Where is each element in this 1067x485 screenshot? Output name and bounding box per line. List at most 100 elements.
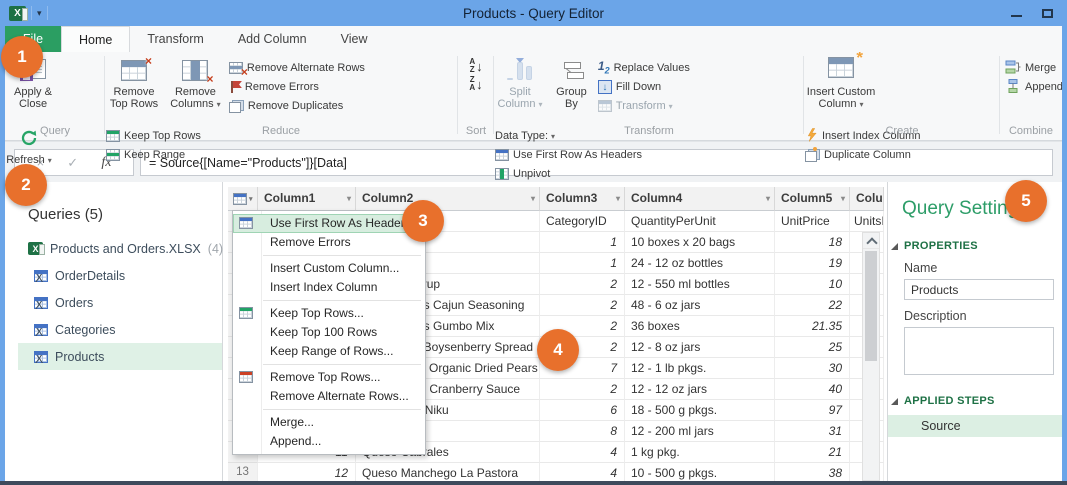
menu-item[interactable]: Keep Range of Rows... (233, 342, 425, 361)
cell-column5[interactable]: 22 (775, 295, 850, 316)
filter-icon[interactable]: ▾ (766, 194, 770, 203)
cell-column4[interactable]: 12 - 8 oz jars (625, 337, 775, 358)
grid-vertical-scrollbar[interactable] (862, 232, 880, 481)
row-number[interactable]: 13 (228, 463, 258, 481)
menu-item[interactable]: Remove Errors (233, 233, 425, 252)
cell-column4[interactable]: 12 - 550 ml bottles (625, 274, 775, 295)
remove-columns-button[interactable]: × Remove Columns (166, 52, 224, 120)
menu-item[interactable] (263, 409, 421, 410)
cell-column3[interactable]: 6 (540, 400, 625, 421)
transform-button[interactable]: Transform (597, 98, 696, 114)
menu-item[interactable]: Append... (233, 432, 425, 451)
menu-item[interactable]: Remove Top Rows... (233, 368, 425, 387)
cell-column5[interactable]: 10 (775, 274, 850, 295)
column-header-column4[interactable]: Column4 ▾ (625, 187, 775, 211)
query-list-item[interactable]: X OrderDetails (5, 262, 222, 289)
remove-errors-button[interactable]: Remove Errors (229, 79, 367, 95)
menu-item[interactable]: Insert Index Column (233, 278, 425, 297)
group-by-button[interactable]: Group By (549, 52, 593, 120)
filter-icon[interactable]: ▾ (616, 194, 620, 203)
duplicate-column-button[interactable]: Duplicate Column (805, 146, 923, 163)
cell-column5[interactable]: 31 (775, 421, 850, 442)
tab-add-column[interactable]: Add Column (221, 26, 324, 52)
filter-icon[interactable]: ▾ (531, 194, 535, 203)
remove-top-rows-button[interactable]: × Remove Top Rows (106, 52, 162, 120)
cell-column5[interactable]: 40 (775, 379, 850, 400)
cell-column5[interactable]: 25 (775, 337, 850, 358)
cell-column5[interactable]: 18 (775, 232, 850, 253)
cell-column2[interactable]: Queso Manchego La Pastora (356, 463, 540, 481)
insert-custom-column-button[interactable]: * Insert Custom Column (805, 48, 877, 120)
cell-column3[interactable]: 4 (540, 463, 625, 481)
cell-column5[interactable]: UnitPrice (775, 211, 850, 232)
column-header-column2[interactable]: Column2 ▾ (356, 187, 540, 211)
query-list-item[interactable]: X Orders (5, 289, 222, 316)
column-header-column5[interactable]: Column5 ▾ (775, 187, 850, 211)
column-header-column1[interactable]: Column1 ▾ (258, 187, 356, 211)
cell-column4[interactable]: 36 boxes (625, 316, 775, 337)
applied-steps-section-header[interactable]: APPLIED STEPS (891, 395, 1063, 407)
keep-range-button[interactable]: Keep Range (106, 147, 202, 163)
cell-column3[interactable]: 8 (540, 421, 625, 442)
cell-column4[interactable]: 10 - 500 g pkgs. (625, 463, 775, 481)
unpivot-button[interactable]: Unpivot (495, 166, 657, 182)
tab-transform[interactable]: Transform (130, 26, 221, 52)
cell-column3[interactable]: 2 (540, 379, 625, 400)
append-button[interactable]: Append (1005, 78, 1063, 95)
cell-column5[interactable]: 38 (775, 463, 850, 481)
cell-column3[interactable]: 4 (540, 442, 625, 463)
cell-column5[interactable]: 19 (775, 253, 850, 274)
menu-item[interactable] (263, 300, 421, 301)
menu-item[interactable]: Remove Alternate Rows... (233, 387, 425, 406)
cell-column3[interactable]: 2 (540, 274, 625, 295)
menu-item[interactable] (263, 364, 421, 365)
tab-home[interactable]: Home (61, 26, 131, 52)
scrollbar-up-arrow[interactable] (863, 233, 879, 249)
cell-column4[interactable]: 24 - 12 oz bottles (625, 253, 775, 274)
cell-column4[interactable]: 10 boxes x 20 bags (625, 232, 775, 253)
column-header-column6[interactable]: Column6 (850, 187, 884, 211)
grid-corner-button[interactable]: ▾ (228, 187, 258, 211)
menu-item[interactable]: Keep Top 100 Rows (233, 323, 425, 342)
cell-column4[interactable]: 12 - 1 lb pkgs. (625, 358, 775, 379)
column-header-column3[interactable]: Column3 ▾ (540, 187, 625, 211)
description-input[interactable] (904, 327, 1054, 375)
cell-column3[interactable]: CategoryID (540, 211, 625, 232)
merge-button[interactable]: Merge (1005, 60, 1061, 76)
query-list-item[interactable]: X Categories (5, 316, 222, 343)
cell-column5[interactable]: 21 (775, 442, 850, 463)
menu-item[interactable]: Keep Top Rows... (233, 304, 425, 323)
fill-down-button[interactable]: ↓ Fill Down (597, 79, 696, 95)
cell-column4[interactable]: QuantityPerUnit (625, 211, 775, 232)
cell-column4[interactable]: 12 - 12 oz jars (625, 379, 775, 400)
applied-step-item[interactable]: Source (888, 415, 1063, 437)
check-icon[interactable]: ✓ (67, 155, 78, 171)
query-name-input[interactable] (904, 279, 1054, 300)
maximize-button[interactable] (1042, 8, 1053, 18)
cell-column6[interactable]: UnitsInStock (850, 211, 884, 232)
cell-column4[interactable]: 12 - 200 ml jars (625, 421, 775, 442)
cell-column4[interactable]: 18 - 500 g pkgs. (625, 400, 775, 421)
remove-alternate-rows-button[interactable]: × Remove Alternate Rows (228, 60, 367, 78)
cell-column5[interactable]: 21.35 (775, 316, 850, 337)
replace-values-button[interactable]: 12 Replace Values (598, 60, 696, 76)
cell-column3[interactable]: 1 (540, 232, 625, 253)
sort-descending-button[interactable]: Z A ↓ (469, 76, 482, 92)
cell-column4[interactable]: 48 - 6 oz jars (625, 295, 775, 316)
cell-column5[interactable]: 97 (775, 400, 850, 421)
scrollbar-thumb[interactable] (865, 251, 877, 361)
cell-column1[interactable]: 12 (258, 463, 356, 481)
properties-section-header[interactable]: PROPERTIES (891, 240, 1063, 252)
filter-icon[interactable]: ▾ (841, 194, 845, 203)
cell-column5[interactable]: 30 (775, 358, 850, 379)
cell-column3[interactable]: 1 (540, 253, 625, 274)
menu-item[interactable]: Use First Row As Headers (233, 214, 425, 233)
tab-view[interactable]: View (324, 26, 385, 52)
menu-item[interactable]: Merge... (233, 413, 425, 432)
cell-column4[interactable]: 1 kg pkg. (625, 442, 775, 463)
query-list-item[interactable]: X Products (18, 343, 222, 370)
menu-item[interactable] (263, 255, 421, 256)
remove-duplicates-button[interactable]: Remove Duplicates (228, 98, 367, 114)
minimize-button[interactable] (1011, 15, 1022, 17)
use-first-row-as-headers-button[interactable]: Use First Row As Headers (495, 147, 657, 163)
